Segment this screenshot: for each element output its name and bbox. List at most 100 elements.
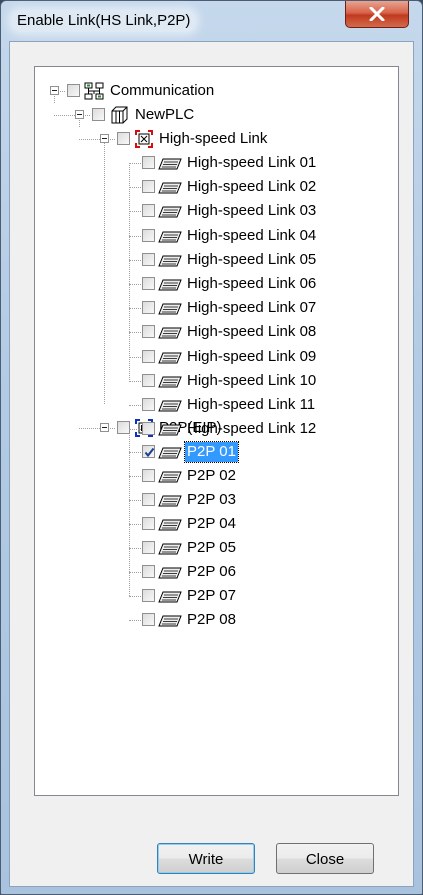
tree-connector (110, 139, 115, 140)
tree-leaf-item[interactable]: High-speed Link 12 (35, 417, 395, 441)
tree-leaf-item[interactable]: P2P 07 (35, 584, 395, 608)
tree-leaf-item[interactable]: High-speed Link 02 (35, 175, 395, 199)
tree-connector (129, 235, 141, 237)
link-block-icon (158, 230, 182, 248)
item-checkbox[interactable] (142, 469, 155, 482)
tree-leaf-item[interactable]: P2P 06 (35, 560, 395, 584)
item-checkbox[interactable] (142, 589, 155, 602)
tree-connector (129, 500, 141, 501)
window-title: Enable Link(HS Link,P2P) (11, 10, 197, 32)
tree-node-newplc[interactable]: NewPLC (35, 103, 395, 127)
tree-leaf-item[interactable]: P2P 04 (35, 512, 395, 536)
tree-connector (129, 284, 141, 285)
item-checkbox[interactable] (142, 613, 155, 626)
item-checkbox[interactable] (142, 349, 155, 363)
link-block-icon (158, 351, 182, 369)
tree-node-label: P2P 07 (187, 587, 236, 604)
tree-node-label: P2P 04 (187, 515, 236, 532)
link-block-icon (158, 302, 182, 320)
tree-node-label: High-speed Link 09 (187, 347, 317, 365)
item-checkbox[interactable] (142, 325, 155, 339)
link-block-icon (158, 254, 182, 272)
tree-connector (79, 139, 100, 140)
link-block-icon (158, 590, 182, 608)
item-checkbox[interactable] (142, 373, 155, 387)
tree-leaf-item[interactable]: High-speed Link 08 (35, 320, 395, 344)
close-button[interactable]: Close (276, 843, 374, 874)
item-checkbox[interactable] (142, 277, 155, 290)
tree-node-label: P2P 02 (187, 467, 236, 484)
tree-leaf-item[interactable]: P2P 05 (35, 536, 395, 560)
item-checkbox[interactable] (142, 398, 155, 411)
tree-node-label: Communication (110, 82, 215, 99)
collapse-toggle[interactable] (50, 86, 59, 95)
close-window-button[interactable] (345, 1, 409, 28)
tree-connector (129, 429, 141, 431)
tree-leaf-item[interactable]: P2P 03 (35, 488, 395, 512)
tree-node-label: P2P 08 (187, 611, 236, 628)
link-block-icon (158, 326, 182, 344)
link-block-icon (158, 205, 182, 223)
item-checkbox[interactable] (142, 517, 155, 530)
tree-leaf-item[interactable]: High-speed Link 07 (35, 296, 395, 320)
tree-leaf-item[interactable]: P2P 08 (35, 608, 395, 632)
tree-node-label: High-speed Link 04 (187, 226, 317, 244)
item-checkbox[interactable] (142, 301, 155, 315)
tree-node-label: P2P 05 (187, 539, 236, 556)
item-checkbox[interactable] (142, 565, 155, 578)
tree-connector (129, 380, 141, 382)
hs-link-group-icon (135, 130, 153, 153)
write-button[interactable]: Write (157, 843, 255, 874)
tree-node-label: High-speed Link 10 (187, 371, 317, 389)
tree-leaf-item[interactable]: High-speed Link 04 (35, 224, 395, 248)
tree-node-communication[interactable]: Communication (35, 79, 395, 103)
item-checkbox[interactable] (142, 180, 155, 194)
tree-node-label: P2P 03 (187, 491, 236, 508)
tree-node-label: High-speed Link 03 (187, 202, 317, 220)
tree-connector (129, 524, 141, 525)
title-bar[interactable]: Enable Link(HS Link,P2P) (1, 1, 422, 41)
link-block-icon (158, 494, 182, 512)
communication-icon (84, 82, 104, 105)
collapse-toggle[interactable] (100, 134, 109, 143)
item-checkbox[interactable] (142, 493, 155, 506)
link-block-icon (158, 423, 182, 441)
link-block-icon (158, 446, 182, 464)
plc-icon (109, 106, 129, 129)
tree-leaf-item[interactable]: High-speed Link 05 (35, 248, 395, 272)
tree-node-label: High-speed Link 05 (187, 250, 317, 268)
tree-connector (129, 211, 141, 213)
link-block-icon (158, 181, 182, 199)
collapse-toggle[interactable] (75, 110, 84, 119)
checkbox-high-speed-link[interactable] (117, 132, 130, 145)
checkbox-communication[interactable] (67, 84, 80, 97)
tree-leaf-item[interactable]: High-speed Link 06 (35, 272, 395, 296)
tree-node-label: High-speed Link 08 (187, 323, 317, 341)
item-checkbox[interactable] (142, 204, 155, 218)
item-checkbox[interactable] (142, 252, 155, 266)
tree-node-high-speed-link[interactable]: High-speed Link (35, 127, 395, 151)
item-checkbox[interactable] (142, 156, 155, 169)
tree-node-label: High-speed Link (159, 130, 268, 147)
tree-leaf-item[interactable]: P2P 02 (35, 464, 395, 488)
tree-leaf-item[interactable]: High-speed Link 09 (35, 345, 395, 369)
tree-node-label: High-speed Link 02 (187, 178, 317, 196)
tree-leaf-item[interactable]: High-speed Link 11 (35, 393, 395, 417)
link-block-icon (158, 542, 182, 560)
item-checkbox[interactable] (142, 228, 155, 242)
tree-connector (129, 548, 141, 549)
tree-connector (85, 115, 90, 116)
tree-leaf-item[interactable]: High-speed Link 10 (35, 369, 395, 393)
tree-leaf-item[interactable]: High-speed Link 03 (35, 199, 395, 223)
tree-leaf-item[interactable]: P2P 01 (35, 440, 395, 464)
checkbox-newplc[interactable] (92, 108, 105, 121)
item-checkbox[interactable] (142, 541, 155, 554)
tree-connector (129, 163, 141, 164)
item-checkbox[interactable] (142, 422, 155, 436)
link-tree-view[interactable]: Communication NewPLC High-speed Link P2P… (34, 66, 399, 796)
link-block-icon (158, 518, 182, 536)
item-checkbox[interactable] (142, 445, 155, 458)
link-block-icon (158, 375, 182, 393)
tree-leaf-item[interactable]: High-speed Link 01 (35, 151, 395, 175)
tree-connector (129, 259, 141, 261)
